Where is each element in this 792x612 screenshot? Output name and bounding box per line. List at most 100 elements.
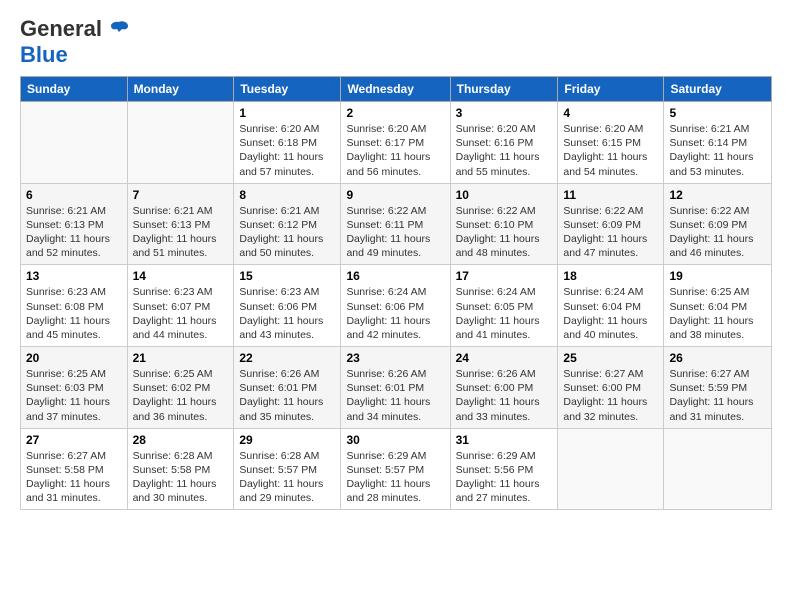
cell-info: Sunrise: 6:23 AMSunset: 6:06 PMDaylight:…: [239, 285, 335, 342]
cell-info: Sunrise: 6:26 AMSunset: 6:01 PMDaylight:…: [346, 367, 444, 424]
calendar-cell: 12 Sunrise: 6:22 AMSunset: 6:09 PMDayligh…: [664, 183, 772, 265]
cell-info: Sunrise: 6:25 AMSunset: 6:03 PMDaylight:…: [26, 367, 122, 424]
day-number: 10: [456, 188, 553, 202]
calendar-header-sunday: Sunday: [21, 77, 128, 102]
cell-info: Sunrise: 6:22 AMSunset: 6:09 PMDaylight:…: [563, 204, 658, 261]
cell-info: Sunrise: 6:29 AMSunset: 5:56 PMDaylight:…: [456, 449, 553, 506]
calendar-cell: 16 Sunrise: 6:24 AMSunset: 6:06 PMDayligh…: [341, 265, 450, 347]
cell-info: Sunrise: 6:26 AMSunset: 6:01 PMDaylight:…: [239, 367, 335, 424]
calendar-cell: 28 Sunrise: 6:28 AMSunset: 5:58 PMDayligh…: [127, 428, 234, 510]
calendar-cell: [664, 428, 772, 510]
calendar-cell: 2Sunrise: 6:20 AMSunset: 6:17 PMDaylight…: [341, 102, 450, 184]
cell-info: Sunrise: 6:28 AMSunset: 5:58 PMDaylight:…: [133, 449, 229, 506]
cell-info: Sunrise: 6:23 AMSunset: 6:07 PMDaylight:…: [133, 285, 229, 342]
day-number: 25: [563, 351, 658, 365]
calendar-cell: [127, 102, 234, 184]
day-number: 28: [133, 433, 229, 447]
calendar-cell: 23Sunrise: 6:26 AMSunset: 6:01 PMDayligh…: [341, 347, 450, 429]
calendar-header-saturday: Saturday: [664, 77, 772, 102]
header-area: General Blue: [20, 16, 772, 68]
calendar-cell: 8 Sunrise: 6:21 AMSunset: 6:12 PMDaylight…: [234, 183, 341, 265]
logo-general: General: [20, 16, 102, 42]
calendar-week-5: 27 Sunrise: 6:27 AMSunset: 5:58 PMDayligh…: [21, 428, 772, 510]
day-number: 11: [563, 188, 658, 202]
calendar-cell: 29 Sunrise: 6:28 AMSunset: 5:57 PMDayligh…: [234, 428, 341, 510]
cell-info: Sunrise: 6:28 AMSunset: 5:57 PMDaylight:…: [239, 449, 335, 506]
cell-info: Sunrise: 6:23 AMSunset: 6:08 PMDaylight:…: [26, 285, 122, 342]
day-number: 12: [669, 188, 766, 202]
day-number: 15: [239, 269, 335, 283]
cell-info: Sunrise: 6:27 AMSunset: 5:58 PMDaylight:…: [26, 449, 122, 506]
calendar-cell: 18 Sunrise: 6:24 AMSunset: 6:04 PMDayligh…: [558, 265, 664, 347]
day-number: 30: [346, 433, 444, 447]
day-number: 4: [563, 106, 658, 120]
day-number: 26: [669, 351, 766, 365]
calendar-cell: 4 Sunrise: 6:20 AMSunset: 6:15 PMDaylight…: [558, 102, 664, 184]
cell-info: Sunrise: 6:29 AMSunset: 5:57 PMDaylight:…: [346, 449, 444, 506]
cell-info: Sunrise: 6:24 AMSunset: 6:04 PMDaylight:…: [563, 285, 658, 342]
calendar-cell: 22 Sunrise: 6:26 AMSunset: 6:01 PMDayligh…: [234, 347, 341, 429]
calendar-header-tuesday: Tuesday: [234, 77, 341, 102]
cell-info: Sunrise: 6:25 AMSunset: 6:02 PMDaylight:…: [133, 367, 229, 424]
calendar-cell: 31 Sunrise: 6:29 AMSunset: 5:56 PMDayligh…: [450, 428, 558, 510]
day-number: 20: [26, 351, 122, 365]
calendar-week-2: 6 Sunrise: 6:21 AMSunset: 6:13 PMDaylight…: [21, 183, 772, 265]
day-number: 1: [239, 106, 335, 120]
day-number: 7: [133, 188, 229, 202]
calendar-cell: 3Sunrise: 6:20 AMSunset: 6:16 PMDaylight…: [450, 102, 558, 184]
cell-info: Sunrise: 6:21 AMSunset: 6:12 PMDaylight:…: [239, 204, 335, 261]
cell-info: Sunrise: 6:21 AMSunset: 6:13 PMDaylight:…: [133, 204, 229, 261]
calendar-header-monday: Monday: [127, 77, 234, 102]
cell-info: Sunrise: 6:24 AMSunset: 6:06 PMDaylight:…: [346, 285, 444, 342]
cell-info: Sunrise: 6:24 AMSunset: 6:05 PMDaylight:…: [456, 285, 553, 342]
logo: General Blue: [20, 16, 130, 68]
calendar-cell: 6 Sunrise: 6:21 AMSunset: 6:13 PMDaylight…: [21, 183, 128, 265]
calendar-table: SundayMondayTuesdayWednesdayThursdayFrid…: [20, 76, 772, 510]
day-number: 16: [346, 269, 444, 283]
cell-info: Sunrise: 6:20 AMSunset: 6:15 PMDaylight:…: [563, 122, 658, 179]
day-number: 22: [239, 351, 335, 365]
cell-info: Sunrise: 6:27 AMSunset: 6:00 PMDaylight:…: [563, 367, 658, 424]
calendar-cell: 20 Sunrise: 6:25 AMSunset: 6:03 PMDayligh…: [21, 347, 128, 429]
calendar-cell: 14 Sunrise: 6:23 AMSunset: 6:07 PMDayligh…: [127, 265, 234, 347]
cell-info: Sunrise: 6:22 AMSunset: 6:09 PMDaylight:…: [669, 204, 766, 261]
calendar-cell: 27 Sunrise: 6:27 AMSunset: 5:58 PMDayligh…: [21, 428, 128, 510]
cell-info: Sunrise: 6:22 AMSunset: 6:11 PMDaylight:…: [346, 204, 444, 261]
day-number: 27: [26, 433, 122, 447]
calendar-cell: [21, 102, 128, 184]
cell-info: Sunrise: 6:20 AMSunset: 6:18 PMDaylight:…: [239, 122, 335, 179]
calendar-header-friday: Friday: [558, 77, 664, 102]
calendar-cell: 24 Sunrise: 6:26 AMSunset: 6:00 PMDayligh…: [450, 347, 558, 429]
cell-info: Sunrise: 6:22 AMSunset: 6:10 PMDaylight:…: [456, 204, 553, 261]
calendar-cell: 13Sunrise: 6:23 AMSunset: 6:08 PMDayligh…: [21, 265, 128, 347]
calendar-cell: 5 Sunrise: 6:21 AMSunset: 6:14 PMDaylight…: [664, 102, 772, 184]
calendar-cell: 15 Sunrise: 6:23 AMSunset: 6:06 PMDayligh…: [234, 265, 341, 347]
day-number: 31: [456, 433, 553, 447]
cell-info: Sunrise: 6:27 AMSunset: 5:59 PMDaylight:…: [669, 367, 766, 424]
calendar-cell: [558, 428, 664, 510]
day-number: 2: [346, 106, 444, 120]
calendar-week-1: 1 Sunrise: 6:20 AMSunset: 6:18 PMDaylight…: [21, 102, 772, 184]
day-number: 6: [26, 188, 122, 202]
calendar-cell: 17 Sunrise: 6:24 AMSunset: 6:05 PMDayligh…: [450, 265, 558, 347]
calendar-cell: 11 Sunrise: 6:22 AMSunset: 6:09 PMDayligh…: [558, 183, 664, 265]
calendar-cell: 21Sunrise: 6:25 AMSunset: 6:02 PMDayligh…: [127, 347, 234, 429]
day-number: 5: [669, 106, 766, 120]
day-number: 17: [456, 269, 553, 283]
logo-bird-icon: [108, 18, 130, 40]
day-number: 29: [239, 433, 335, 447]
calendar-cell: 7 Sunrise: 6:21 AMSunset: 6:13 PMDaylight…: [127, 183, 234, 265]
cell-info: Sunrise: 6:26 AMSunset: 6:00 PMDaylight:…: [456, 367, 553, 424]
day-number: 14: [133, 269, 229, 283]
day-number: 24: [456, 351, 553, 365]
day-number: 18: [563, 269, 658, 283]
day-number: 8: [239, 188, 335, 202]
cell-info: Sunrise: 6:21 AMSunset: 6:13 PMDaylight:…: [26, 204, 122, 261]
cell-info: Sunrise: 6:21 AMSunset: 6:14 PMDaylight:…: [669, 122, 766, 179]
day-number: 19: [669, 269, 766, 283]
calendar-week-3: 13Sunrise: 6:23 AMSunset: 6:08 PMDayligh…: [21, 265, 772, 347]
calendar-cell: 10 Sunrise: 6:22 AMSunset: 6:10 PMDayligh…: [450, 183, 558, 265]
calendar-header-thursday: Thursday: [450, 77, 558, 102]
page-container: General Blue SundayMondayTuesdayWednesda…: [0, 0, 792, 520]
cell-info: Sunrise: 6:25 AMSunset: 6:04 PMDaylight:…: [669, 285, 766, 342]
